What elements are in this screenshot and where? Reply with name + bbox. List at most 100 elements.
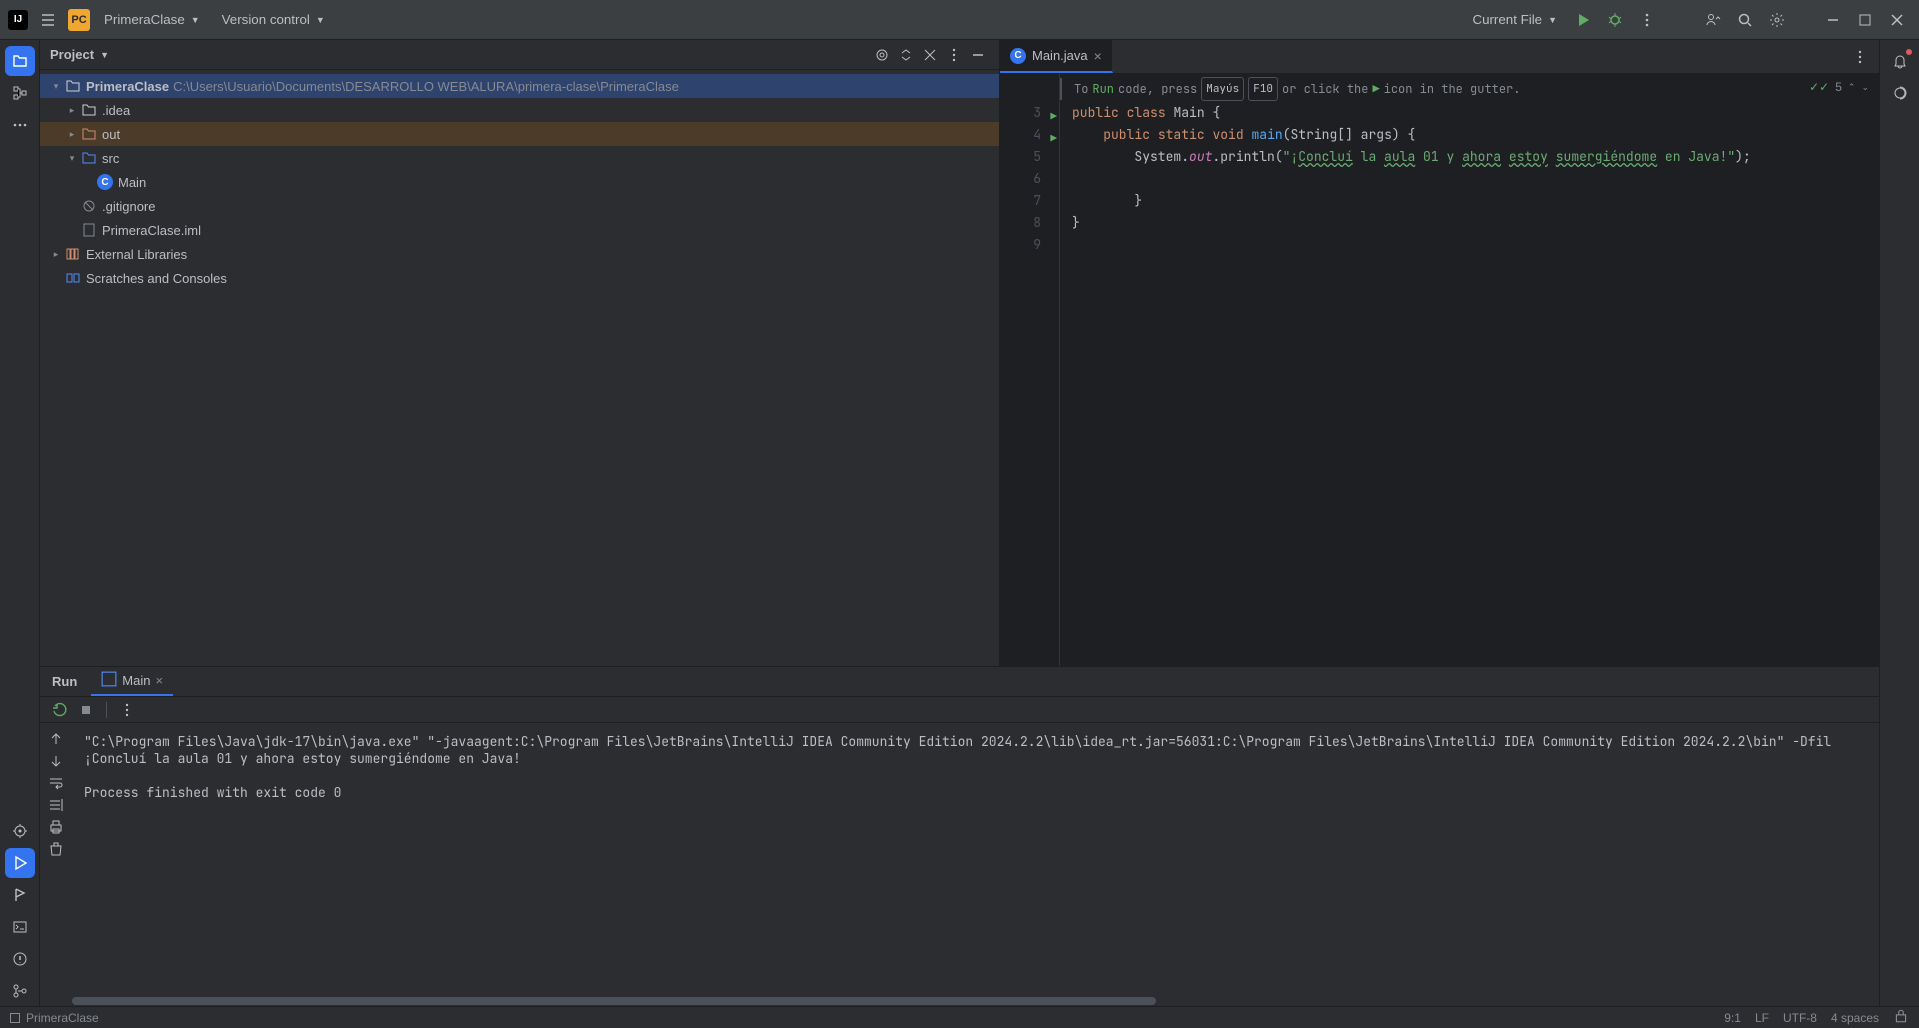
chevron-right-icon[interactable]: ▸ bbox=[64, 129, 80, 140]
tree-item-gitignore[interactable]: .gitignore bbox=[40, 194, 999, 218]
run-tabs: Run Main × bbox=[40, 667, 1879, 697]
editor-tabs: C Main.java × bbox=[1000, 40, 1879, 74]
line-number: 5 bbox=[1033, 148, 1041, 165]
notifications-icon[interactable] bbox=[1885, 46, 1915, 76]
tree-item-label: Main bbox=[118, 175, 146, 190]
target-tool-button[interactable] bbox=[5, 816, 35, 846]
gitignore-icon bbox=[80, 197, 98, 215]
more-actions-icon[interactable] bbox=[1633, 6, 1661, 34]
tree-root[interactable]: ▾ PrimeraClase C:\Users\Usuario\Document… bbox=[40, 74, 999, 98]
hint-text: To bbox=[1074, 78, 1088, 100]
project-panel-title[interactable]: Project ▼ bbox=[50, 47, 109, 62]
run-hint-banner: To Run code, press Mayús F10 or click th… bbox=[1060, 78, 1879, 100]
more-actions-icon[interactable] bbox=[117, 700, 137, 720]
code-with-me-icon[interactable] bbox=[1699, 6, 1727, 34]
tree-item-out[interactable]: ▸ out bbox=[40, 122, 999, 146]
tree-item-iml[interactable]: PrimeraClase.iml bbox=[40, 218, 999, 242]
close-tab-icon[interactable]: × bbox=[1094, 48, 1102, 64]
console-line: ¡Concluí la aula 01 y ahora estoy sumerg… bbox=[84, 750, 521, 767]
statusbar: PrimeraClase 9:1 LF UTF-8 4 spaces bbox=[0, 1006, 1919, 1028]
stop-icon[interactable] bbox=[76, 700, 96, 720]
print-icon[interactable] bbox=[46, 817, 66, 837]
chevron-right-icon[interactable]: ▸ bbox=[64, 105, 80, 116]
tree-root-path: C:\Users\Usuario\Documents\DESARROLLO WE… bbox=[173, 79, 679, 94]
scroll-down-icon[interactable] bbox=[46, 751, 66, 771]
git-tool-button[interactable] bbox=[5, 976, 35, 1006]
file-encoding[interactable]: UTF-8 bbox=[1783, 1011, 1817, 1025]
run-button[interactable] bbox=[1569, 6, 1597, 34]
tree-item-idea[interactable]: ▸ .idea bbox=[40, 98, 999, 122]
run-console[interactable]: "C:\Program Files\Java\jdk-17\bin\java.e… bbox=[72, 723, 1879, 996]
chevron-down-icon: ▼ bbox=[1548, 15, 1557, 25]
readonly-lock-icon[interactable] bbox=[1893, 1008, 1909, 1027]
close-window-icon[interactable] bbox=[1883, 6, 1911, 34]
project-name-label: PrimeraClase bbox=[104, 12, 185, 27]
build-tool-button[interactable] bbox=[5, 880, 35, 910]
debug-button[interactable] bbox=[1601, 6, 1629, 34]
project-header: Project ▼ bbox=[40, 40, 999, 70]
right-tool-rail bbox=[1879, 40, 1919, 1006]
collapse-all-icon[interactable] bbox=[919, 44, 941, 66]
editor-tab-options-icon[interactable] bbox=[1849, 46, 1871, 68]
library-icon bbox=[64, 245, 82, 263]
clear-all-icon[interactable] bbox=[46, 839, 66, 859]
hamburger-menu-icon[interactable] bbox=[34, 6, 62, 34]
ai-assistant-icon[interactable] bbox=[1885, 78, 1915, 108]
settings-gear-icon[interactable] bbox=[1763, 6, 1791, 34]
project-selector[interactable]: PrimeraClase ▼ bbox=[96, 6, 208, 33]
editor-body[interactable]: ✓✓ 5 ⌃ ⌄ 3▶ 4▶ 5 6 7 8 9 bbox=[1000, 74, 1879, 666]
scroll-up-icon[interactable] bbox=[46, 729, 66, 749]
project-tree[interactable]: ▾ PrimeraClase C:\Users\Usuario\Document… bbox=[40, 70, 999, 666]
chevron-down-icon: ▼ bbox=[191, 15, 200, 25]
chevron-down-icon[interactable]: ▾ bbox=[64, 153, 80, 164]
close-tab-icon[interactable]: × bbox=[155, 673, 163, 688]
problems-tool-button[interactable] bbox=[5, 944, 35, 974]
maximize-window-icon[interactable] bbox=[1851, 6, 1879, 34]
minimize-window-icon[interactable] bbox=[1819, 6, 1847, 34]
editor-gutter[interactable]: 3▶ 4▶ 5 6 7 8 9 bbox=[1000, 74, 1060, 666]
chevron-down-icon[interactable]: ▾ bbox=[48, 81, 64, 92]
tree-item-main-class[interactable]: C Main bbox=[40, 170, 999, 194]
more-tools-icon[interactable] bbox=[5, 110, 35, 140]
titlebar: IJ PC PrimeraClase ▼ Version control ▼ C… bbox=[0, 0, 1919, 40]
tree-item-external-libs[interactable]: ▸ External Libraries bbox=[40, 242, 999, 266]
chevron-right-icon[interactable]: ▸ bbox=[48, 249, 64, 260]
scroll-to-end-icon[interactable] bbox=[46, 795, 66, 815]
run-config-selector[interactable]: Current File ▼ bbox=[1464, 6, 1565, 33]
vcs-selector[interactable]: Version control ▼ bbox=[214, 6, 333, 33]
structure-tool-button[interactable] bbox=[5, 78, 35, 108]
hint-text: icon in the gutter. bbox=[1384, 78, 1521, 100]
tree-item-label: Scratches and Consoles bbox=[86, 271, 227, 286]
terminal-tool-button[interactable] bbox=[5, 912, 35, 942]
editor-panel: C Main.java × ✓✓ 5 ⌃ ⌄ bbox=[1000, 40, 1879, 666]
line-separator[interactable]: LF bbox=[1755, 1011, 1769, 1025]
class-icon: C bbox=[96, 173, 114, 191]
code-area[interactable]: To Run code, press Mayús F10 or click th… bbox=[1060, 74, 1879, 666]
project-title-label: Project bbox=[50, 47, 94, 62]
project-tool-button[interactable] bbox=[5, 46, 35, 76]
current-file-label: Current File bbox=[1472, 12, 1542, 27]
select-opened-file-icon[interactable] bbox=[871, 44, 893, 66]
editor-tab-main[interactable]: C Main.java × bbox=[1000, 40, 1113, 73]
run-tool-button[interactable] bbox=[5, 848, 35, 878]
cursor-position[interactable]: 9:1 bbox=[1724, 1011, 1741, 1025]
scrollbar-thumb[interactable] bbox=[72, 997, 1156, 1005]
horizontal-scrollbar[interactable] bbox=[72, 996, 1879, 1006]
run-tab-label: Main bbox=[122, 673, 150, 688]
run-config-tab[interactable]: Main × bbox=[91, 667, 173, 696]
tree-item-label: src bbox=[102, 151, 119, 166]
line-number: 9 bbox=[1033, 236, 1041, 253]
module-label[interactable]: PrimeraClase bbox=[26, 1011, 99, 1025]
search-icon[interactable] bbox=[1731, 6, 1759, 34]
chevron-down-icon: ▼ bbox=[100, 50, 109, 60]
console-line: Process finished with exit code 0 bbox=[84, 784, 341, 801]
hint-text: or click the bbox=[1282, 78, 1368, 100]
expand-all-icon[interactable] bbox=[895, 44, 917, 66]
hide-panel-icon[interactable] bbox=[967, 44, 989, 66]
soft-wrap-icon[interactable] bbox=[46, 773, 66, 793]
panel-options-icon[interactable] bbox=[943, 44, 965, 66]
tree-item-src[interactable]: ▾ src bbox=[40, 146, 999, 170]
indent-setting[interactable]: 4 spaces bbox=[1831, 1011, 1879, 1025]
rerun-icon[interactable] bbox=[50, 700, 70, 720]
tree-item-scratches[interactable]: Scratches and Consoles bbox=[40, 266, 999, 290]
